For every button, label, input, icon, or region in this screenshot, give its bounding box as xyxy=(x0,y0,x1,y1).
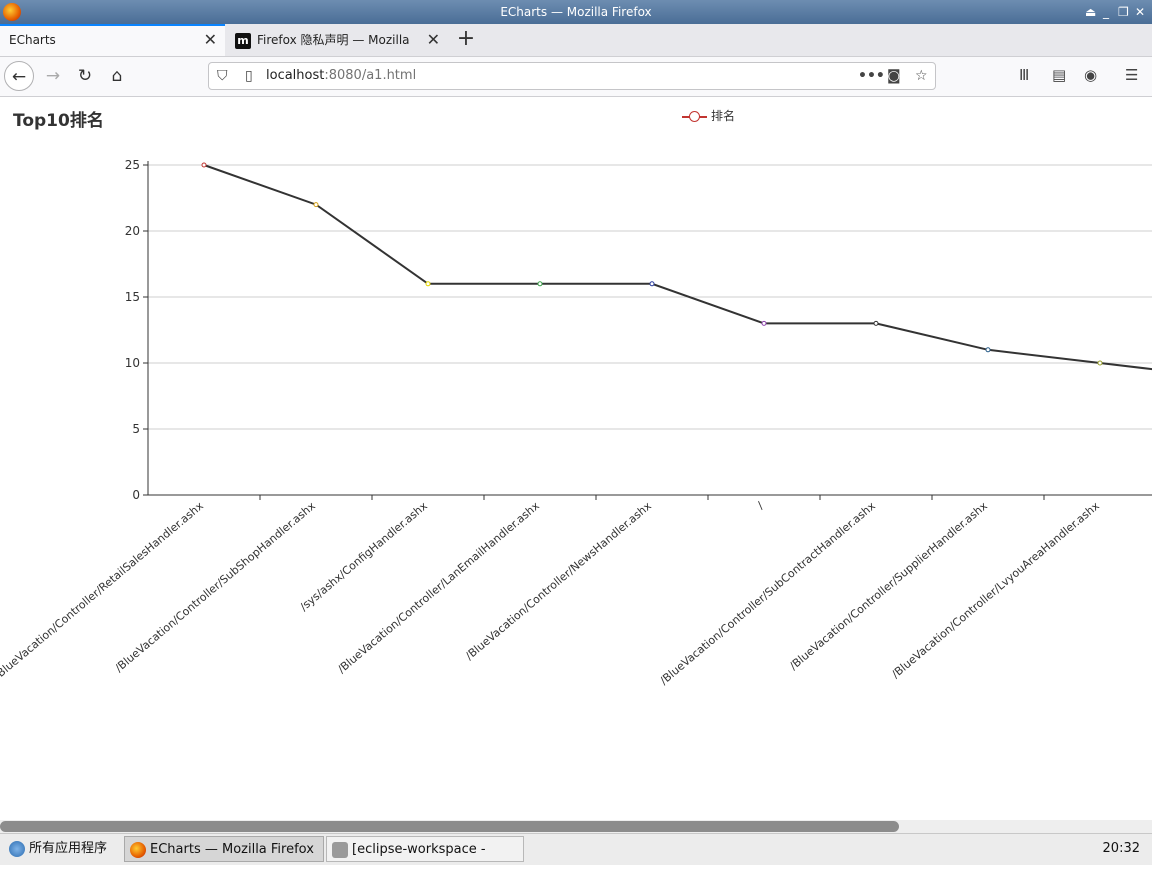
x-tick-label: /sys/ashx/ConfigHandler.ashx xyxy=(297,499,430,613)
x-tick-label: /BlueVacation/Controller/NewsHandler.ash… xyxy=(463,499,654,662)
page-content: Top10排名 排名 0 5 10 15 20 25/BlueVacation/Contr… xyxy=(0,97,1152,820)
close-tab-icon[interactable]: ✕ xyxy=(427,24,440,56)
start-label: 所有应用程序 xyxy=(29,841,108,856)
x-tick-label: /BlueVacation/Controller/RetailSalesHand… xyxy=(0,499,206,682)
tab-privacy[interactable]: m Firefox 隐私声明 — Mozilla ✕ xyxy=(226,24,448,56)
start-menu-button[interactable]: 所有应用程序 xyxy=(4,836,122,862)
y-tick-label: 5 xyxy=(132,422,140,436)
library-icon[interactable]: Ⅲ xyxy=(1019,66,1029,84)
taskbar-item-eclipse[interactable]: [eclipse-workspace - Test2… xyxy=(326,836,524,883)
series-line xyxy=(203,164,1152,371)
account-icon[interactable]: ◉ xyxy=(1084,66,1097,84)
home-button[interactable]: ⌂ xyxy=(102,61,132,91)
page-icon: ▯ xyxy=(245,68,253,84)
start-icon xyxy=(9,841,25,857)
y-tick-label: 25 xyxy=(125,158,140,172)
sidebar-icon[interactable]: ▤ xyxy=(1052,66,1066,84)
horizontal-scrollbar[interactable] xyxy=(0,820,1152,833)
url-host: localhost xyxy=(266,68,325,83)
minimize-button[interactable]: _ xyxy=(1103,0,1109,24)
y-tick-label: 20 xyxy=(125,224,140,238)
desktop-strip xyxy=(0,865,1152,896)
x-tick-label: /BlueVacation/Controller/SubContractHand… xyxy=(657,499,878,687)
bookmark-star-icon[interactable]: ☆ xyxy=(915,63,928,89)
scrollbar-thumb[interactable] xyxy=(0,821,899,832)
firefox-icon xyxy=(130,842,146,858)
data-point xyxy=(1097,360,1103,366)
line-chart: 0 5 10 15 20 25/BlueVacation/Controller/Retai… xyxy=(0,158,1152,687)
data-point xyxy=(873,320,879,326)
url-text[interactable]: localhost:8080/a1.html xyxy=(266,63,416,89)
taskbar: 所有应用程序 ECharts — Mozilla Firefox [eclips… xyxy=(0,833,1152,883)
tab-label: ECharts xyxy=(9,33,56,47)
tab-strip: ECharts ✕ m Firefox 隐私声明 — Mozilla ✕ xyxy=(0,24,1152,57)
back-button[interactable]: ← xyxy=(4,61,34,91)
x-tick-label: /BlueVacation/Controller/SubShopHandler.… xyxy=(113,499,319,675)
data-point xyxy=(649,281,655,287)
menu-icon[interactable]: ☰ xyxy=(1125,66,1138,84)
x-tick-label: /BlueVacation/Controller/SupplierHandler… xyxy=(787,499,990,672)
window-titlebar: ECharts — Mozilla Firefox ⏏ _ ❐ ✕ xyxy=(0,0,1152,24)
tab-label: Firefox 隐私声明 — Mozilla xyxy=(257,33,410,47)
x-tick-label: /BlueVacation/Controller/LvyouAreaHandle… xyxy=(889,499,1102,681)
page-actions-icon[interactable]: ••• xyxy=(858,63,885,89)
taskbar-item-label: ECharts — Mozilla Firefox xyxy=(150,842,314,857)
data-point xyxy=(761,320,767,326)
y-tick-label: 15 xyxy=(125,290,140,304)
nav-bar: ← → ↻ ⌂ ⛉ ▯ localhost:8080/a1.html ••• ◙… xyxy=(0,57,1152,97)
window-title: ECharts — Mozilla Firefox xyxy=(500,5,652,19)
y-tick-label: 0 xyxy=(132,488,140,502)
clock: 20:32 xyxy=(1102,841,1140,856)
reload-button[interactable]: ↻ xyxy=(70,61,100,91)
firefox-icon xyxy=(3,3,21,21)
shield-icon[interactable]: ⛉ xyxy=(217,63,228,89)
x-tick-label: /BlueVacation/Controller/LanEmailHandler… xyxy=(335,499,542,676)
data-point xyxy=(537,281,543,287)
maximize-button[interactable]: ❐ xyxy=(1118,0,1129,24)
forward-button[interactable]: → xyxy=(38,61,68,91)
tab-echarts[interactable]: ECharts ✕ xyxy=(0,24,225,56)
new-tab-button[interactable]: + xyxy=(455,24,477,56)
url-bar[interactable]: ⛉ ▯ localhost:8080/a1.html ••• ◙ ☆ xyxy=(208,62,936,90)
url-path: :8080/a1.html xyxy=(324,68,417,83)
eject-icon[interactable]: ⏏ xyxy=(1085,0,1096,24)
close-window-button[interactable]: ✕ xyxy=(1135,0,1145,24)
data-point xyxy=(313,202,319,208)
x-tick-label: / xyxy=(755,499,766,512)
y-tick-label: 10 xyxy=(125,356,140,370)
data-point xyxy=(425,281,431,287)
eclipse-icon xyxy=(332,842,348,858)
data-point xyxy=(985,347,991,353)
taskbar-item-firefox[interactable]: ECharts — Mozilla Firefox xyxy=(124,836,324,862)
close-tab-icon[interactable]: ✕ xyxy=(204,26,217,54)
pocket-icon[interactable]: ◙ xyxy=(887,63,901,89)
mozilla-favicon-icon: m xyxy=(235,32,251,49)
data-point xyxy=(201,162,207,168)
